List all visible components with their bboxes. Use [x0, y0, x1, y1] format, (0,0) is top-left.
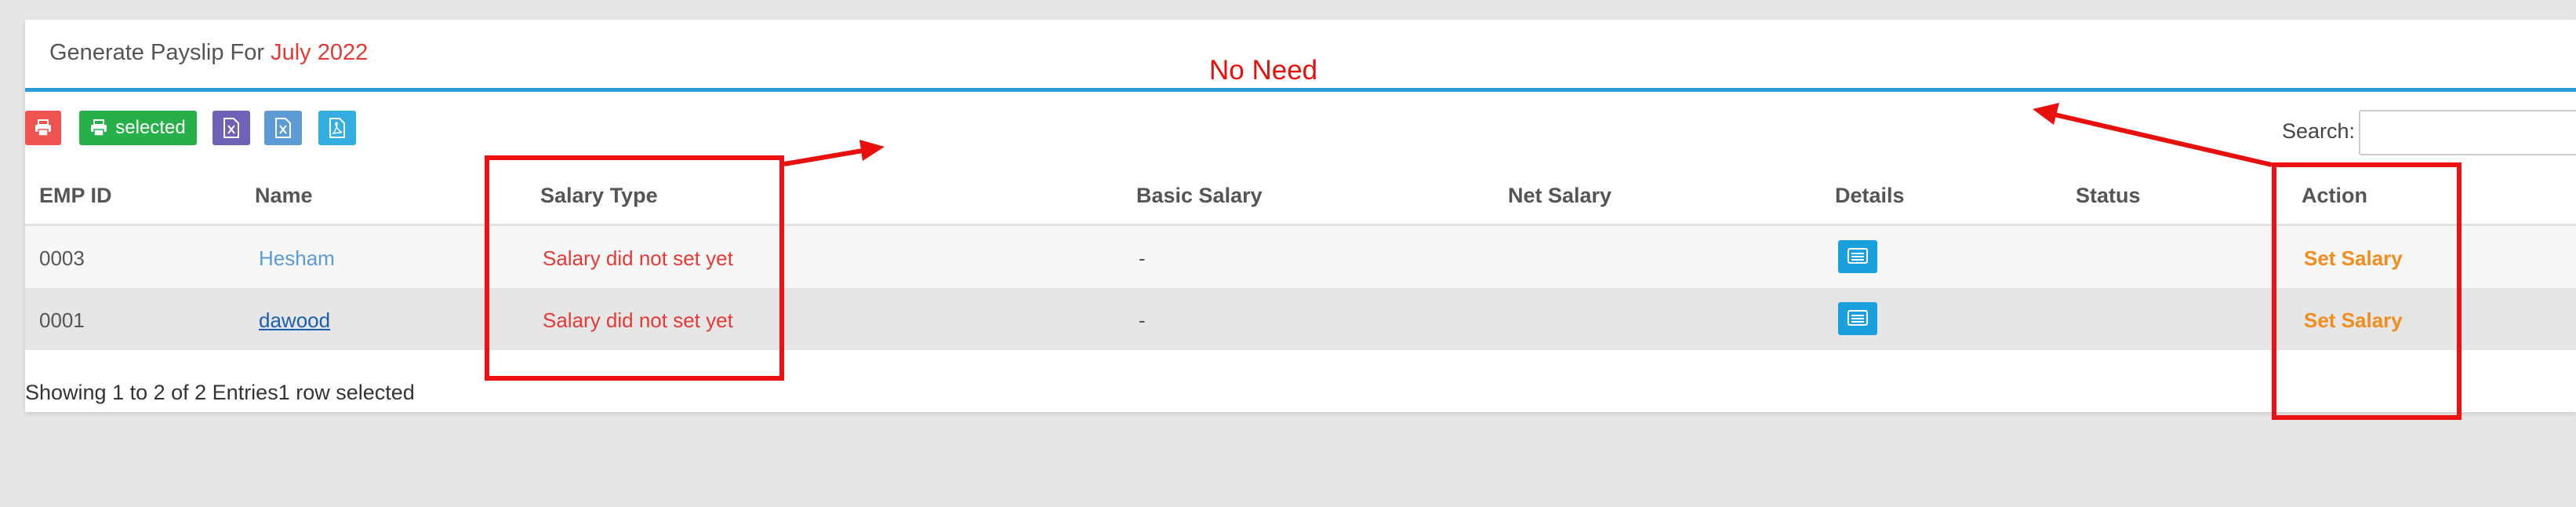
- column-header-emp-id[interactable]: EMP ID: [39, 184, 112, 208]
- print-button[interactable]: [25, 111, 61, 145]
- excel-icon: [223, 118, 240, 138]
- table-row[interactable]: 0001 dawood Salary did not set yet - Set…: [25, 288, 2576, 350]
- export-pdf-button[interactable]: [318, 111, 356, 145]
- basic-salary-cell: -: [1139, 308, 1146, 332]
- table-row[interactable]: 0003 Hesham Salary did not set yet - Set…: [25, 226, 2576, 288]
- page-title: Generate Payslip For July 2022: [49, 40, 368, 66]
- search-input[interactable]: [2359, 110, 2576, 155]
- print-icon: [35, 119, 52, 137]
- print-selected-button[interactable]: selected: [79, 111, 197, 145]
- title-prefix: Generate Payslip For: [49, 40, 271, 65]
- export-excel-button[interactable]: [213, 111, 250, 145]
- emp-id-cell: 0001: [39, 308, 85, 332]
- column-header-status[interactable]: Status: [2076, 184, 2141, 208]
- search-label: Search:: [2282, 119, 2356, 143]
- column-header-details[interactable]: Details: [1835, 184, 1905, 208]
- print-icon: [90, 119, 107, 137]
- salary-type-cell: Salary did not set yet: [543, 308, 733, 332]
- list-icon: [1848, 307, 1868, 331]
- details-button[interactable]: [1838, 240, 1877, 273]
- column-header-name[interactable]: Name: [255, 184, 313, 208]
- salary-type-cell: Salary did not set yet: [543, 246, 733, 270]
- emp-id-cell: 0003: [39, 246, 85, 270]
- column-header-action[interactable]: Action: [2302, 184, 2367, 208]
- selected-label: selected: [115, 117, 186, 138]
- employee-name-link[interactable]: dawood: [259, 308, 330, 333]
- employee-name-link[interactable]: Hesham: [259, 246, 335, 271]
- table-header: EMP ID Name Salary Type Basic Salary Net…: [25, 163, 2576, 226]
- list-icon: [1848, 245, 1868, 269]
- set-salary-link[interactable]: Set Salary: [2304, 246, 2403, 271]
- column-header-basic-salary[interactable]: Basic Salary: [1136, 184, 1263, 208]
- title-month: July 2022: [271, 40, 369, 65]
- column-header-net-salary[interactable]: Net Salary: [1508, 184, 1611, 208]
- table-info: Showing 1 to 2 of 2 Entries1 row selecte…: [25, 381, 415, 404]
- pdf-icon: [329, 118, 346, 138]
- details-button[interactable]: [1838, 302, 1877, 335]
- details-cell: [1838, 240, 1877, 273]
- details-cell: [1838, 302, 1877, 335]
- excel-icon: [274, 118, 292, 138]
- export-csv-button[interactable]: [264, 111, 302, 145]
- annotation-note: No Need: [1209, 55, 1318, 86]
- column-header-salary-type[interactable]: Salary Type: [540, 184, 658, 208]
- basic-salary-cell: -: [1139, 246, 1146, 270]
- set-salary-link[interactable]: Set Salary: [2304, 308, 2403, 333]
